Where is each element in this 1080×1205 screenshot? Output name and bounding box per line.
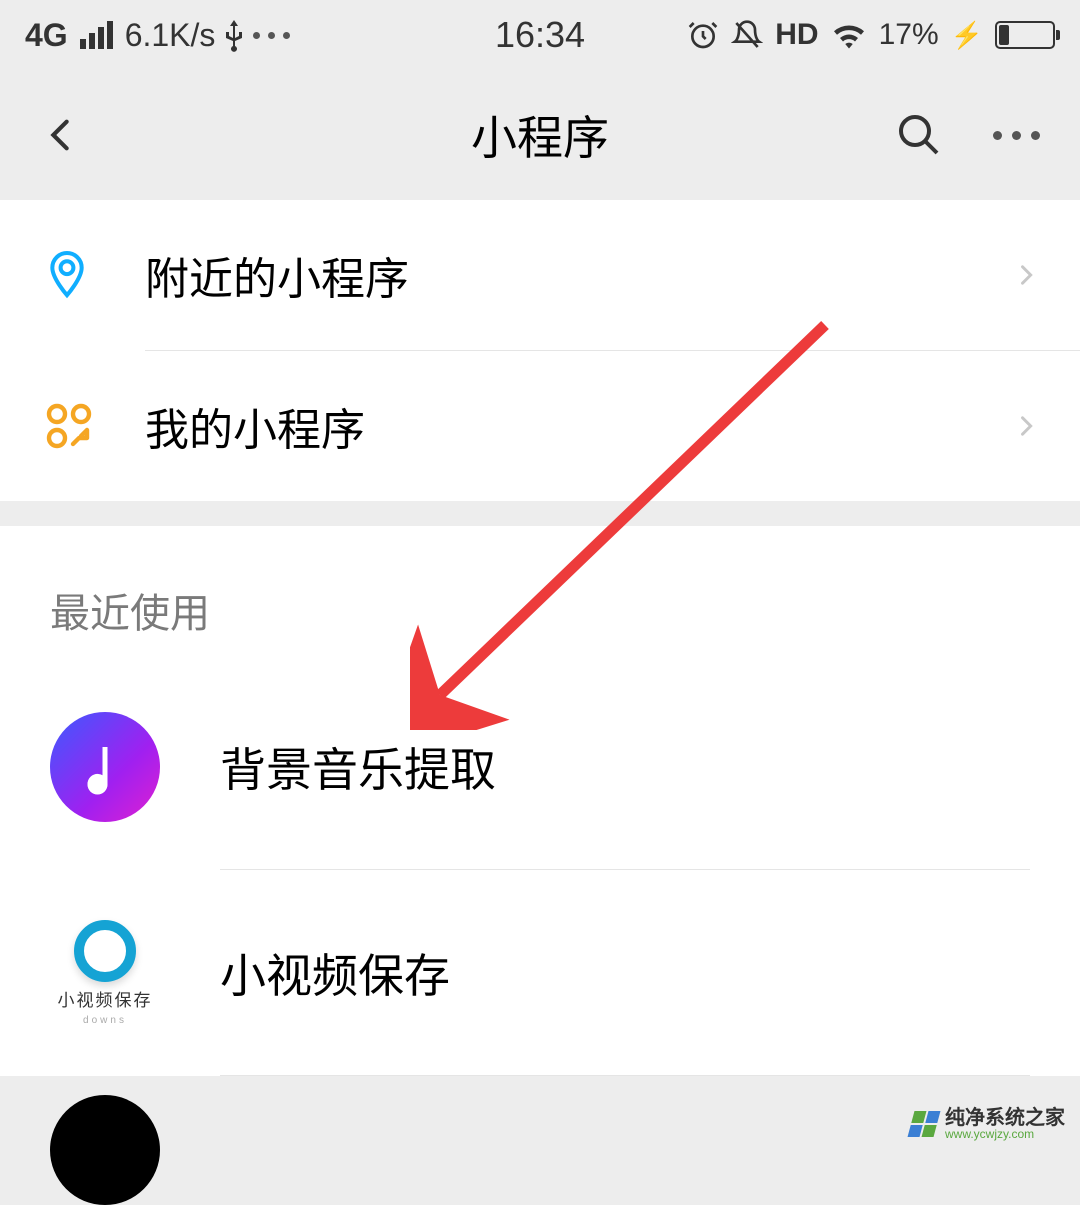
chevron-right-icon <box>1012 406 1040 446</box>
my-miniprograms-item[interactable]: 我的小程序 <box>0 351 1080 501</box>
battery-icon <box>995 21 1055 49</box>
wifi-icon <box>831 21 867 49</box>
app-item-video-save[interactable]: 小视频保存 downs 小视频保存 <box>0 870 1080 1075</box>
alarm-icon <box>687 19 719 51</box>
page-title: 小程序 <box>471 102 609 168</box>
status-time: 16:34 <box>495 14 585 56</box>
nearby-label: 附近的小程序 <box>135 243 1012 307</box>
chevron-right-icon <box>1012 255 1040 295</box>
status-left: 4G 6.1K/s <box>25 17 290 54</box>
more-button[interactable] <box>993 131 1040 140</box>
watermark-logo-icon <box>908 1111 941 1137</box>
usb-icon <box>223 18 245 52</box>
battery-percent: 17% <box>879 18 939 52</box>
nav-header: 小程序 <box>0 70 1080 200</box>
network-speed: 6.1K/s <box>125 17 216 54</box>
grid-icon <box>45 402 93 450</box>
app-label: 小视频保存 <box>220 940 450 1006</box>
app-label: 背景音乐提取 <box>220 734 496 800</box>
charging-icon: ⚡ <box>951 20 983 51</box>
app-item-music-extract[interactable]: 背景音乐提取 <box>0 664 1080 869</box>
location-icon <box>45 249 89 301</box>
mute-icon <box>731 19 763 51</box>
watermark-text: 纯净系统之家 <box>945 1108 1065 1128</box>
recent-section: 最近使用 背景音乐提取 小视频保存 downs 小视频保存 <box>0 526 1080 1076</box>
network-type: 4G <box>25 17 68 54</box>
status-bar: 4G 6.1K/s 16:34 HD 17% ⚡ <box>0 0 1080 70</box>
watermark-url: www.ycwjzy.com <box>945 1128 1065 1140</box>
recent-header: 最近使用 <box>0 526 1080 664</box>
nearby-miniprograms-item[interactable]: 附近的小程序 <box>0 200 1080 350</box>
mine-label: 我的小程序 <box>135 394 1012 458</box>
back-button[interactable] <box>40 115 80 155</box>
app-item-partial[interactable] <box>50 1095 160 1205</box>
hd-indicator: HD <box>775 18 818 52</box>
status-right: HD 17% ⚡ <box>687 18 1055 52</box>
search-button[interactable] <box>895 111 943 159</box>
signal-icon <box>80 21 113 49</box>
watermark: 纯净系统之家 www.ycwjzy.com <box>911 1108 1065 1140</box>
more-dots-status <box>253 32 290 39</box>
section-gap <box>0 501 1080 526</box>
music-app-icon <box>50 712 160 822</box>
menu-section: 附近的小程序 我的小程序 <box>0 200 1080 501</box>
video-app-icon: 小视频保存 downs <box>50 918 160 1028</box>
divider <box>220 1075 1030 1076</box>
